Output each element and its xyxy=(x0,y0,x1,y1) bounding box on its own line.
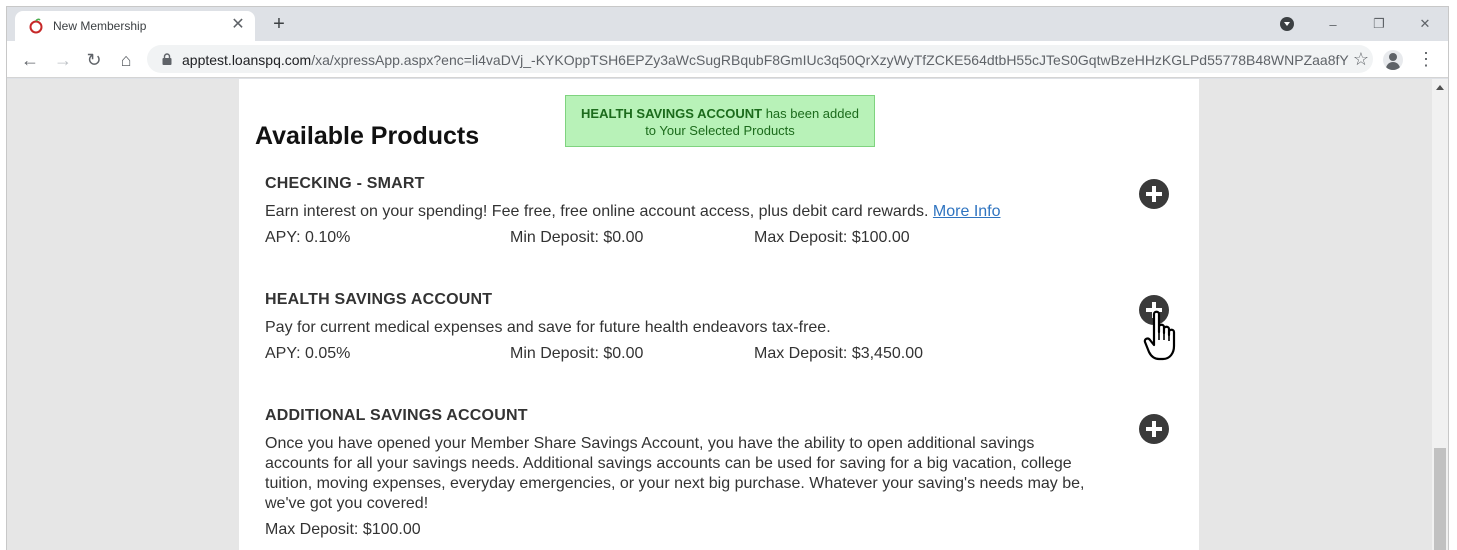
tab-title: New Membership xyxy=(53,19,147,33)
chrome-profile-menu-icon[interactable] xyxy=(1264,9,1310,39)
restore-button[interactable]: ❐ xyxy=(1356,9,1402,39)
url-text[interactable]: apptest.loanspq.com/xa/xpressApp.aspx?en… xyxy=(182,52,1349,68)
browser-window: New Membership ✕ + – ❐ ✕ ← → ↻ ⌂ apptest… xyxy=(7,7,1448,550)
menu-kebab-icon[interactable]: ⋮ xyxy=(1417,47,1435,73)
home-icon[interactable]: ⌂ xyxy=(113,47,139,73)
product-description: Earn interest on your spending! Fee free… xyxy=(265,202,1085,222)
hand-cursor-icon xyxy=(1143,310,1176,361)
url-path: /xa/xpressApp.aspx?enc=li4vaDVj_-KYKOppT… xyxy=(311,52,1349,68)
browser-tab[interactable]: New Membership ✕ xyxy=(15,11,255,41)
lock-icon xyxy=(162,53,172,65)
new-tab-button[interactable]: + xyxy=(268,14,290,36)
minimize-button[interactable]: – xyxy=(1310,9,1356,39)
more-info-link[interactable]: More Info xyxy=(933,203,1001,220)
description-text: Earn interest on your spending! Fee free… xyxy=(265,203,933,220)
close-tab-icon[interactable]: ✕ xyxy=(229,16,247,34)
max-deposit-value: Max Deposit: $3,450.00 xyxy=(754,345,923,362)
min-deposit-value: Min Deposit: $0.00 xyxy=(510,345,644,362)
product-health-savings: HEALTH SAVINGS ACCOUNT Pay for current m… xyxy=(265,291,1165,365)
product-title: CHECKING - SMART xyxy=(265,175,425,192)
max-deposit-value: Max Deposit: $100.00 xyxy=(265,521,421,538)
site-favicon-icon xyxy=(29,18,43,34)
page-viewport: Available Products HEALTH SAVINGS ACCOUN… xyxy=(7,79,1448,550)
scroll-thumb[interactable] xyxy=(1434,448,1446,550)
scroll-up-arrow-icon[interactable] xyxy=(1436,85,1444,90)
product-meta: Max Deposit: $100.00 xyxy=(265,521,1165,541)
toast-line2: to Your Selected Products xyxy=(645,123,795,138)
page-title: Available Products xyxy=(255,122,480,150)
product-description: Once you have opened your Member Share S… xyxy=(265,435,1085,512)
content-panel: Available Products HEALTH SAVINGS ACCOUN… xyxy=(239,79,1199,550)
product-title: HEALTH SAVINGS ACCOUNT xyxy=(265,291,493,308)
product-meta: APY: 0.10% Min Deposit: $0.00 Max Deposi… xyxy=(265,229,1165,249)
product-meta: APY: 0.05% Min Deposit: $0.00 Max Deposi… xyxy=(265,345,1165,365)
tab-strip: New Membership ✕ + – ❐ ✕ xyxy=(7,7,1448,41)
product-description: Pay for current medical expenses and sav… xyxy=(265,319,831,336)
toast-product-name: HEALTH SAVINGS ACCOUNT xyxy=(581,106,763,121)
address-bar[interactable]: apptest.loanspq.com/xa/xpressApp.aspx?en… xyxy=(147,45,1373,73)
product-checking-smart: CHECKING - SMART Earn interest on your s… xyxy=(265,175,1165,249)
product-additional-savings: ADDITIONAL SAVINGS ACCOUNT Once you have… xyxy=(265,407,1165,541)
window-controls: – ❐ ✕ xyxy=(1264,7,1448,41)
forward-arrow-icon[interactable]: → xyxy=(50,47,76,73)
success-toast: HEALTH SAVINGS ACCOUNT has been added to… xyxy=(565,95,875,147)
bookmark-star-icon[interactable]: ☆ xyxy=(1349,47,1373,71)
reload-icon[interactable]: ↻ xyxy=(81,47,107,73)
add-product-button-additional-savings[interactable] xyxy=(1139,414,1169,444)
toast-line1: has been added xyxy=(762,106,859,121)
close-window-button[interactable]: ✕ xyxy=(1402,9,1448,39)
min-deposit-value: Min Deposit: $0.00 xyxy=(510,229,644,246)
product-title: ADDITIONAL SAVINGS ACCOUNT xyxy=(265,407,528,424)
back-arrow-icon[interactable]: ← xyxy=(17,47,43,73)
max-deposit-value: Max Deposit: $100.00 xyxy=(754,229,910,246)
vertical-scrollbar[interactable] xyxy=(1432,79,1448,550)
apy-value: APY: 0.05% xyxy=(265,345,351,362)
url-host: apptest.loanspq.com xyxy=(182,52,312,68)
profile-avatar-icon[interactable] xyxy=(1383,50,1403,70)
apy-value: APY: 0.10% xyxy=(265,229,351,246)
add-product-button-checking[interactable] xyxy=(1139,179,1169,209)
browser-toolbar: ← → ↻ ⌂ apptest.loanspq.com/xa/xpressApp… xyxy=(7,41,1448,78)
